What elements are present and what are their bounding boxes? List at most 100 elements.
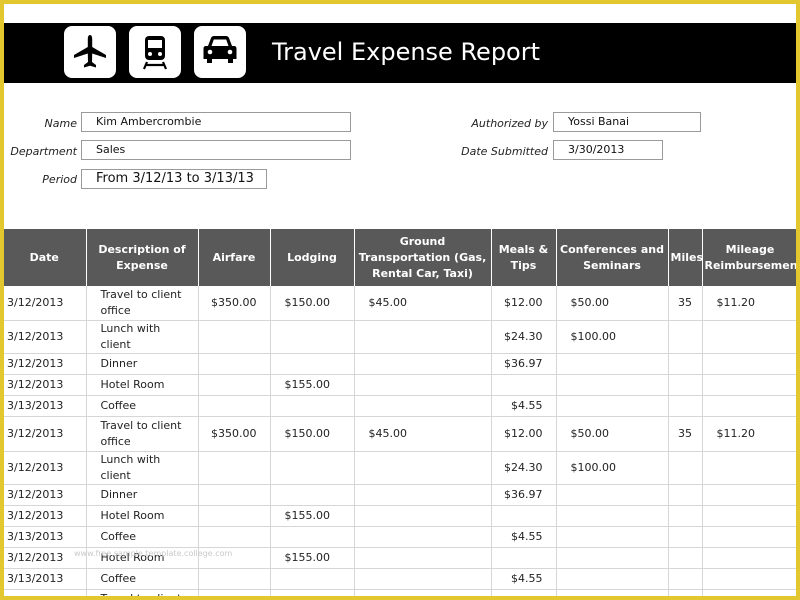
cell-ground-transportation[interactable]: [354, 568, 492, 590]
cell-mileage[interactable]: [702, 547, 796, 569]
cell-mileage[interactable]: [702, 320, 796, 354]
cell-lodging[interactable]: [270, 568, 355, 590]
cell-meals[interactable]: $24.30: [491, 320, 557, 354]
cell-lodging[interactable]: [270, 484, 355, 506]
cell-description[interactable]: Travel to client office: [86, 286, 199, 321]
cell-date[interactable]: 3/12/2013: [4, 320, 87, 354]
cell-conferences[interactable]: $50.00: [556, 416, 669, 452]
cell-airfare[interactable]: $350.00: [198, 416, 271, 452]
cell-miles[interactable]: [668, 526, 703, 548]
cell-conferences[interactable]: $100.00: [556, 320, 669, 354]
cell-ground-transportation[interactable]: [354, 395, 492, 417]
cell-meals[interactable]: $12.00: [491, 286, 557, 321]
cell-mileage[interactable]: [702, 353, 796, 375]
cell-mileage[interactable]: $11.20: [702, 286, 796, 321]
cell-conferences[interactable]: [556, 374, 669, 396]
name-field[interactable]: Kim Ambercrombie: [81, 112, 351, 132]
cell-description[interactable]: Travel to client office: [86, 589, 199, 596]
cell-date[interactable]: 3/13/2013: [4, 395, 87, 417]
cell-mileage[interactable]: [702, 374, 796, 396]
cell-meals[interactable]: $24.30: [491, 451, 557, 485]
cell-mileage[interactable]: [702, 568, 796, 590]
cell-lodging[interactable]: [270, 451, 355, 485]
department-field[interactable]: Sales: [81, 140, 351, 160]
cell-date[interactable]: 3/13/2013: [4, 526, 87, 548]
cell-miles[interactable]: 35: [668, 589, 703, 596]
authorized-by-field[interactable]: Yossi Banai: [553, 112, 701, 132]
cell-conferences[interactable]: [556, 395, 669, 417]
cell-airfare[interactable]: [198, 451, 271, 485]
cell-description[interactable]: Hotel Room: [86, 374, 199, 396]
cell-miles[interactable]: [668, 568, 703, 590]
cell-conferences[interactable]: [556, 547, 669, 569]
cell-description[interactable]: Hotel Room: [86, 547, 199, 569]
cell-airfare[interactable]: [198, 320, 271, 354]
cell-miles[interactable]: [668, 320, 703, 354]
cell-airfare[interactable]: [198, 505, 271, 527]
cell-ground-transportation[interactable]: [354, 451, 492, 485]
cell-airfare[interactable]: $350.00: [198, 286, 271, 321]
cell-date[interactable]: 3/12/2013: [4, 484, 87, 506]
cell-conferences[interactable]: $100.00: [556, 451, 669, 485]
date-submitted-field[interactable]: 3/30/2013: [553, 140, 663, 160]
cell-ground-transportation[interactable]: [354, 526, 492, 548]
cell-miles[interactable]: 35: [668, 286, 703, 321]
cell-ground-transportation[interactable]: [354, 353, 492, 375]
cell-date[interactable]: 3/12/2013: [4, 353, 87, 375]
cell-ground-transportation[interactable]: [354, 374, 492, 396]
cell-miles[interactable]: [668, 395, 703, 417]
cell-ground-transportation[interactable]: [354, 547, 492, 569]
cell-mileage[interactable]: [702, 451, 796, 485]
cell-miles[interactable]: [668, 374, 703, 396]
cell-airfare[interactable]: [198, 484, 271, 506]
cell-mileage[interactable]: [702, 484, 796, 506]
cell-airfare[interactable]: [198, 547, 271, 569]
cell-date[interactable]: 3/12/2013: [4, 416, 87, 452]
cell-miles[interactable]: 35: [668, 416, 703, 452]
cell-date[interactable]: 3/12/2013: [4, 505, 87, 527]
cell-meals[interactable]: [491, 374, 557, 396]
cell-meals[interactable]: $36.97: [491, 353, 557, 375]
cell-date[interactable]: 3/13/2013: [4, 568, 87, 590]
cell-description[interactable]: Coffee: [86, 395, 199, 417]
cell-miles[interactable]: [668, 451, 703, 485]
cell-mileage[interactable]: [702, 395, 796, 417]
cell-meals[interactable]: $12.00: [491, 416, 557, 452]
cell-meals[interactable]: $12.00: [491, 589, 557, 596]
cell-lodging[interactable]: $155.00: [270, 374, 355, 396]
cell-description[interactable]: Coffee: [86, 568, 199, 590]
cell-airfare[interactable]: [198, 395, 271, 417]
cell-conferences[interactable]: [556, 505, 669, 527]
cell-airfare[interactable]: [198, 568, 271, 590]
cell-meals[interactable]: [491, 505, 557, 527]
cell-lodging[interactable]: $155.00: [270, 505, 355, 527]
cell-date[interactable]: 3/12/2013: [4, 374, 87, 396]
cell-meals[interactable]: $36.97: [491, 484, 557, 506]
cell-date[interactable]: 3/12/2013: [4, 589, 87, 596]
cell-description[interactable]: Lunch with client: [86, 320, 199, 354]
cell-description[interactable]: Hotel Room: [86, 505, 199, 527]
cell-mileage[interactable]: [702, 505, 796, 527]
cell-ground-transportation[interactable]: [354, 484, 492, 506]
cell-lodging[interactable]: [270, 353, 355, 375]
cell-ground-transportation[interactable]: $45.00: [354, 416, 492, 452]
cell-ground-transportation[interactable]: [354, 505, 492, 527]
cell-meals[interactable]: $4.55: [491, 526, 557, 548]
cell-conferences[interactable]: $50.00: [556, 589, 669, 596]
cell-miles[interactable]: [668, 547, 703, 569]
cell-description[interactable]: Travel to client office: [86, 416, 199, 452]
cell-ground-transportation[interactable]: $45.00: [354, 589, 492, 596]
cell-ground-transportation[interactable]: $45.00: [354, 286, 492, 321]
cell-lodging[interactable]: $150.00: [270, 589, 355, 596]
cell-conferences[interactable]: $50.00: [556, 286, 669, 321]
cell-airfare[interactable]: [198, 374, 271, 396]
cell-airfare[interactable]: $350.00: [198, 589, 271, 596]
cell-conferences[interactable]: [556, 484, 669, 506]
cell-description[interactable]: Dinner: [86, 353, 199, 375]
cell-mileage[interactable]: $11.20: [702, 416, 796, 452]
cell-lodging[interactable]: [270, 526, 355, 548]
cell-lodging[interactable]: $150.00: [270, 286, 355, 321]
cell-airfare[interactable]: [198, 353, 271, 375]
cell-lodging[interactable]: $155.00: [270, 547, 355, 569]
cell-date[interactable]: 3/12/2013: [4, 286, 87, 321]
